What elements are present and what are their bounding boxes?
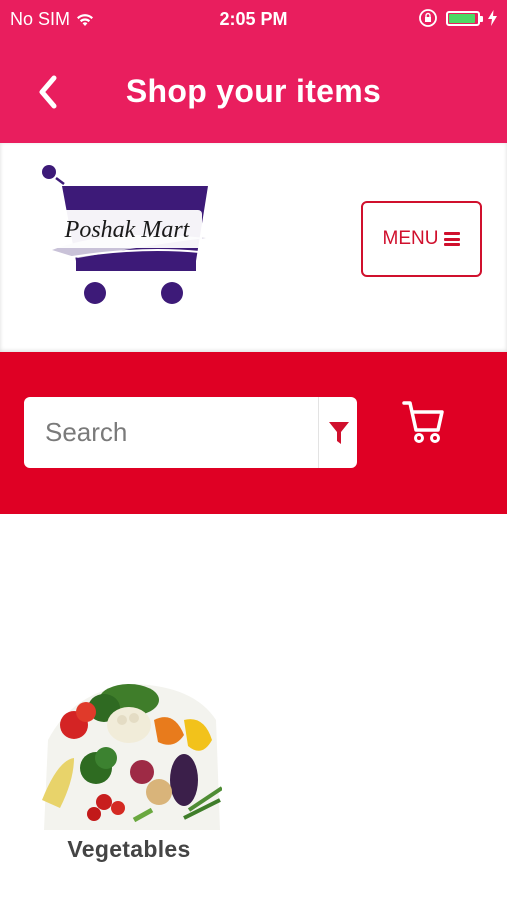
- menu-button[interactable]: MENU: [361, 201, 482, 277]
- page-title: Shop your items: [125, 73, 382, 109]
- poshak-mart-logo[interactable]: Poshak Mart: [38, 158, 213, 313]
- battery-icon: [446, 10, 483, 26]
- vegetables-photo: [34, 680, 222, 830]
- hamburger-icon: [444, 232, 461, 246]
- nav-bar: Shop your items: [0, 40, 507, 143]
- filter-button[interactable]: [318, 397, 358, 468]
- filter-icon: [328, 421, 349, 444]
- search-box: [24, 397, 357, 468]
- orientation-lock-icon: [419, 9, 437, 27]
- category-item-vegetables[interactable]: Vegetables: [34, 680, 224, 862]
- category-label: Vegetables: [67, 836, 191, 862]
- menu-label: MENU: [382, 228, 439, 249]
- status-right-group: [418, 8, 497, 28]
- charging-bolt-icon: [488, 10, 497, 26]
- shopping-cart-icon: [402, 401, 444, 443]
- logo-text: Poshak Mart: [64, 217, 191, 243]
- search-input[interactable]: [24, 397, 294, 468]
- status-bar: No SIM 2:05 PM: [0, 0, 507, 40]
- cart-button[interactable]: [398, 398, 448, 448]
